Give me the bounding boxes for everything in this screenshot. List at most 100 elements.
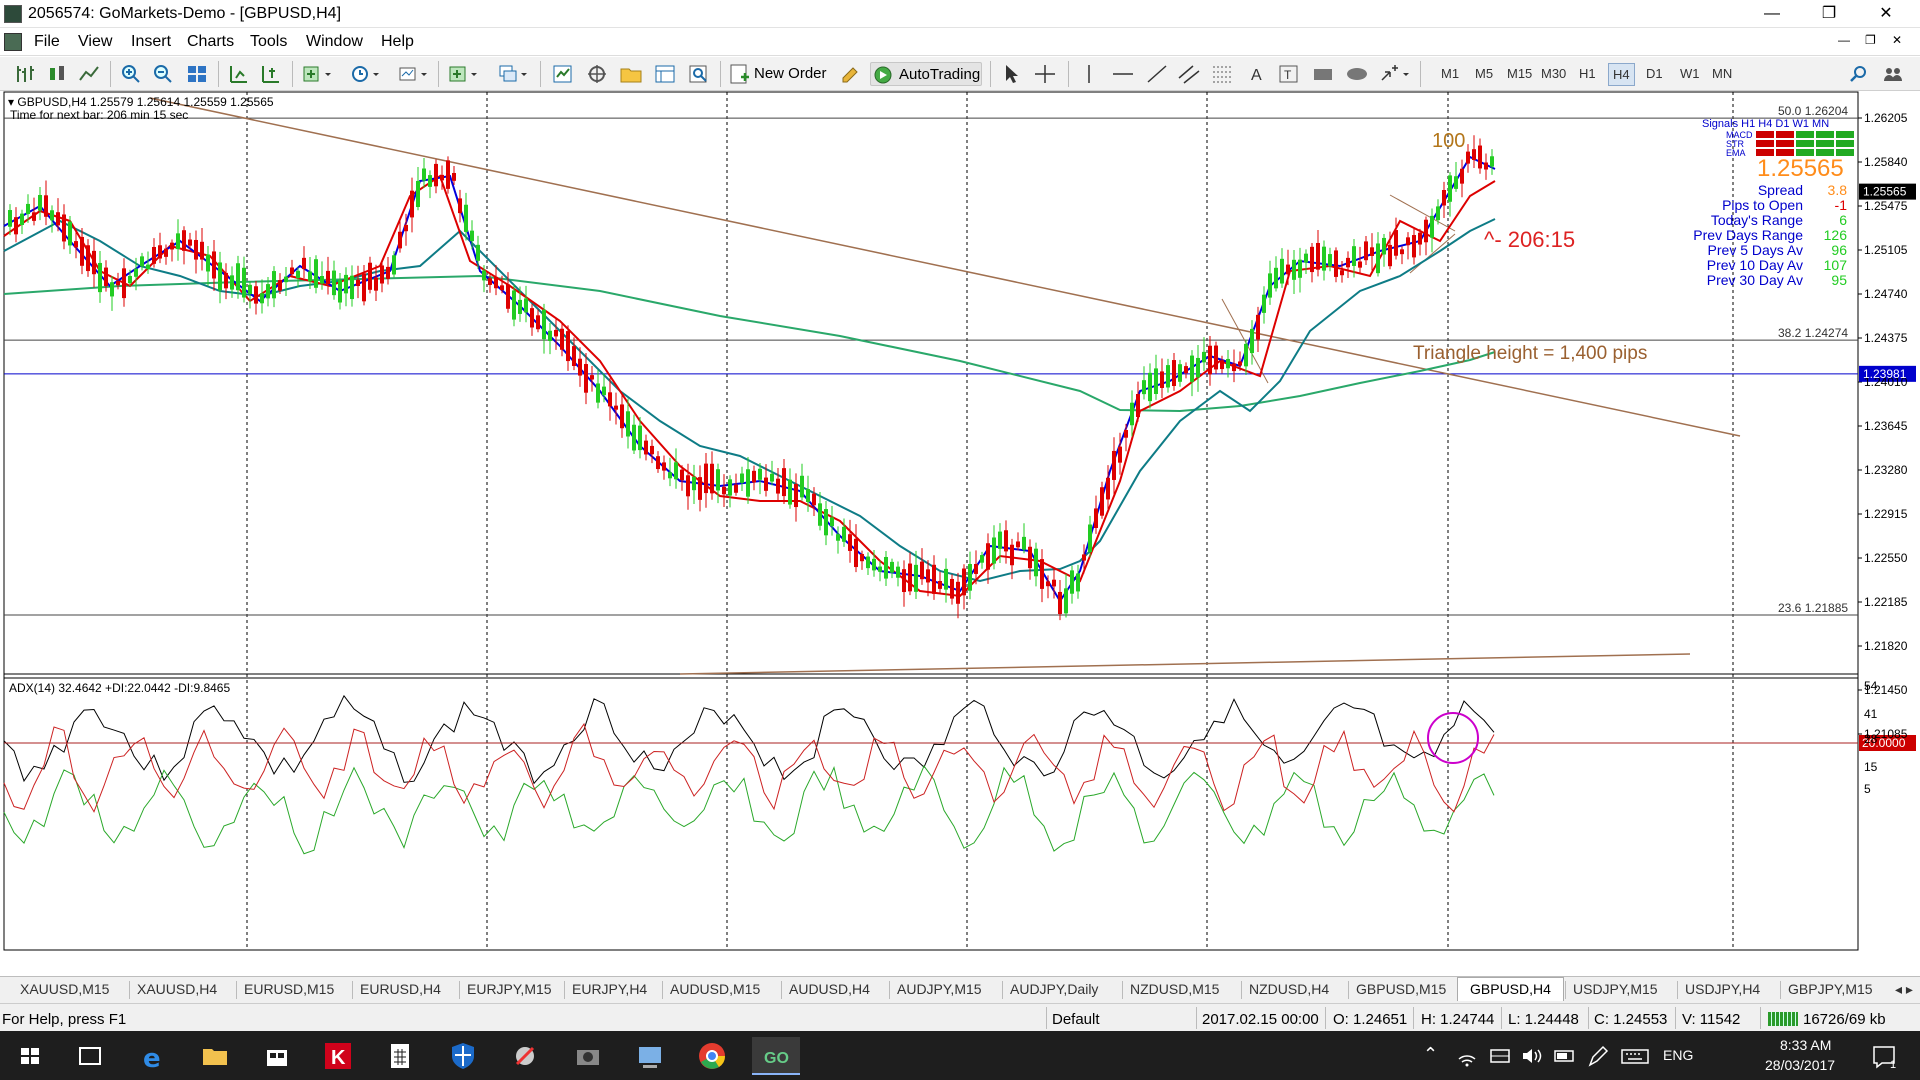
- fibonacci-icon[interactable]: [1210, 62, 1236, 86]
- chart-tab[interactable]: NZDUSD,M15: [1130, 981, 1219, 997]
- metaeditor-icon[interactable]: [838, 62, 864, 86]
- horizontal-line-icon[interactable]: [1110, 62, 1136, 86]
- start-icon[interactable]: [10, 1037, 50, 1075]
- tf-mn[interactable]: MN: [1712, 66, 1732, 81]
- chart-tab[interactable]: EURJPY,H4: [572, 981, 647, 997]
- child-minimize-button[interactable]: —: [1838, 33, 1850, 47]
- text-label-icon[interactable]: T: [1276, 62, 1302, 86]
- rectangle-icon[interactable]: [1310, 62, 1336, 86]
- store-icon[interactable]: [257, 1037, 297, 1075]
- tf-m5[interactable]: M5: [1475, 66, 1493, 81]
- new-order-button[interactable]: New Order: [728, 62, 856, 86]
- chart-tab[interactable]: AUDJPY,M15: [897, 981, 982, 997]
- metatrader-taskbar-icon[interactable]: GO: [752, 1037, 800, 1075]
- chart-tab[interactable]: EURUSD,H4: [360, 981, 441, 997]
- chart-tab[interactable]: NZDUSD,H4: [1249, 981, 1329, 997]
- periods-icon[interactable]: [348, 62, 382, 86]
- tf-m15[interactable]: M15: [1507, 66, 1532, 81]
- price-chart[interactable]: 1.26205 1.25840 1.25475 1.25105 1.24740 1.243…: [0, 91, 1920, 953]
- menu-window[interactable]: Window: [306, 33, 363, 51]
- cursor-icon[interactable]: [998, 62, 1024, 86]
- chart-tab[interactable]: XAUUSD,H4: [137, 981, 217, 997]
- menu-tools[interactable]: Tools: [250, 33, 287, 51]
- zoom-in-icon[interactable]: [118, 62, 144, 86]
- tile-windows-icon[interactable]: [184, 62, 210, 86]
- vertical-line-icon[interactable]: [1076, 62, 1102, 86]
- tf-h1[interactable]: H1: [1579, 66, 1596, 81]
- chart-tab[interactable]: AUDJPY,Daily: [1010, 981, 1098, 997]
- language-indicator[interactable]: ENG: [1663, 1047, 1693, 1063]
- menu-file[interactable]: File: [34, 33, 60, 51]
- remote-desktop-icon[interactable]: [630, 1037, 670, 1075]
- file-explorer-icon[interactable]: [195, 1037, 235, 1075]
- triangle-lower-trendline[interactable]: [679, 653, 1691, 675]
- terminal-icon[interactable]: [652, 62, 678, 86]
- data-window-icon[interactable]: [584, 62, 610, 86]
- chart-tab[interactable]: EURJPY,M15: [467, 981, 552, 997]
- volume-icon[interactable]: [1520, 1037, 1544, 1075]
- battery-icon[interactable]: [1553, 1037, 1577, 1075]
- battery-settings-icon[interactable]: [1488, 1037, 1512, 1075]
- chart-tab[interactable]: USDJPY,M15: [1573, 981, 1658, 997]
- chart-tab[interactable]: AUDUSD,M15: [670, 981, 760, 997]
- templates-icon[interactable]: [396, 62, 430, 86]
- arrows-icon[interactable]: [1378, 62, 1412, 86]
- chart-tab[interactable]: USDJPY,H4: [1685, 981, 1760, 997]
- defender-icon[interactable]: [443, 1037, 483, 1075]
- tf-m30[interactable]: M30: [1541, 66, 1566, 81]
- notification-icon[interactable]: 1: [1868, 1037, 1904, 1075]
- pen-icon[interactable]: [1585, 1037, 1609, 1075]
- text-icon[interactable]: A: [1244, 62, 1270, 86]
- close-button[interactable]: ✕: [1863, 0, 1909, 28]
- tray-chevron-icon[interactable]: ⌃: [1423, 1044, 1438, 1065]
- autotrading-button[interactable]: AutoTrading: [870, 62, 982, 86]
- new-chart-icon[interactable]: [446, 62, 480, 86]
- chart-tab[interactable]: XAUUSD,M15: [20, 981, 109, 997]
- line-chart-icon[interactable]: [76, 62, 102, 86]
- network-tool-icon[interactable]: [505, 1037, 545, 1075]
- tf-d1[interactable]: D1: [1646, 66, 1663, 81]
- tf-m1[interactable]: M1: [1441, 66, 1459, 81]
- tf-w1[interactable]: W1: [1680, 66, 1700, 81]
- child-close-button[interactable]: ✕: [1892, 33, 1902, 47]
- menu-view[interactable]: View: [78, 33, 112, 51]
- child-restore-button[interactable]: ❐: [1865, 33, 1876, 47]
- task-view-icon[interactable]: [70, 1037, 110, 1075]
- profiles-icon[interactable]: [496, 62, 530, 86]
- trendline-icon[interactable]: [1144, 62, 1170, 86]
- clock-date[interactable]: 28/03/2017: [1765, 1057, 1835, 1073]
- calculator-icon[interactable]: [380, 1037, 420, 1075]
- chart-tab[interactable]: GBPUSD,M15: [1356, 981, 1446, 997]
- crosshair-icon[interactable]: [1032, 62, 1058, 86]
- chart-tab[interactable]: EURUSD,M15: [244, 981, 334, 997]
- navigator-icon[interactable]: [618, 62, 644, 86]
- strategy-tester-icon[interactable]: [686, 62, 712, 86]
- zoom-out-icon[interactable]: [150, 62, 176, 86]
- indicators-icon[interactable]: [300, 62, 334, 86]
- clock-time[interactable]: 8:33 AM: [1780, 1037, 1831, 1053]
- tf-h4[interactable]: H4: [1608, 63, 1635, 86]
- kaspersky-icon[interactable]: K: [318, 1037, 358, 1075]
- menu-help[interactable]: Help: [381, 33, 414, 51]
- keyboard-icon[interactable]: [1620, 1037, 1650, 1075]
- chart-window[interactable]: 1.26205 1.25840 1.25475 1.25105 1.24740 1.243…: [0, 91, 1920, 953]
- candle-chart-icon[interactable]: [44, 62, 70, 86]
- wifi-icon[interactable]: [1455, 1037, 1479, 1075]
- chart-tab[interactable]: GBPUSD,H4: [1457, 977, 1564, 1001]
- menu-insert[interactable]: Insert: [131, 33, 171, 51]
- edge-icon[interactable]: e: [133, 1037, 173, 1075]
- ellipse-icon[interactable]: [1344, 62, 1370, 86]
- chart-shift-icon[interactable]: [258, 62, 284, 86]
- minimize-button[interactable]: —: [1749, 0, 1795, 28]
- camera-icon[interactable]: [568, 1037, 608, 1075]
- maximize-button[interactable]: ❐: [1806, 0, 1852, 28]
- menu-charts[interactable]: Charts: [187, 33, 234, 51]
- bar-chart-icon[interactable]: [12, 62, 38, 86]
- search-icon[interactable]: [1846, 62, 1872, 86]
- chart-tab[interactable]: GBPJPY,M15: [1788, 981, 1873, 997]
- market-watch-icon[interactable]: [550, 62, 576, 86]
- tab-scroll-arrows[interactable]: ◂ ▸: [1895, 981, 1913, 998]
- chart-tab[interactable]: AUDUSD,H4: [789, 981, 870, 997]
- equidistant-channel-icon[interactable]: [1176, 62, 1202, 86]
- chrome-icon[interactable]: [692, 1037, 732, 1075]
